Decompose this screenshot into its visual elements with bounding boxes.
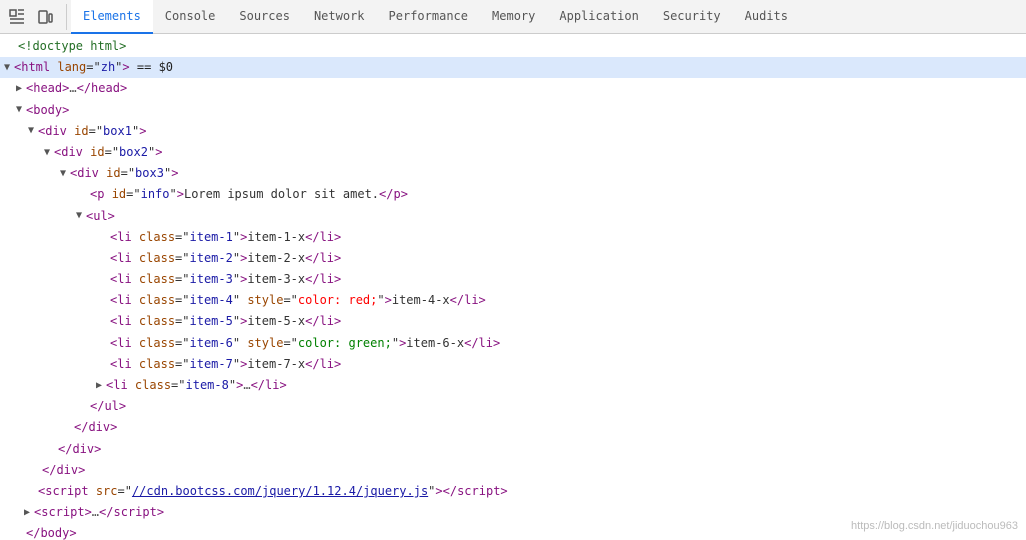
- ul-toggle[interactable]: ▼: [76, 208, 86, 224]
- devtools-toolbar: Elements Console Sources Network Perform…: [0, 0, 1026, 34]
- tab-security[interactable]: Security: [651, 0, 733, 34]
- dom-line-box1-close[interactable]: </div>: [0, 460, 1026, 481]
- tab-console[interactable]: Console: [153, 0, 228, 34]
- dom-line-li6[interactable]: <li class="item-6" style="color: green;"…: [0, 333, 1026, 354]
- li8-toggle[interactable]: ▶: [96, 378, 106, 394]
- dom-line-li3[interactable]: <li class="item-3" > item-3-x </li>: [0, 269, 1026, 290]
- dom-line-box2-close[interactable]: </div>: [0, 439, 1026, 460]
- dom-line-box1[interactable]: ▼ <div id="box1" >: [0, 121, 1026, 142]
- dom-line-li7[interactable]: <li class="item-7" > item-7-x </li>: [0, 354, 1026, 375]
- tab-elements[interactable]: Elements: [71, 0, 153, 34]
- dom-line-li4[interactable]: <li class="item-4" style="color: red;" >…: [0, 290, 1026, 311]
- head-toggle[interactable]: ▶: [16, 81, 26, 97]
- tab-network[interactable]: Network: [302, 0, 377, 34]
- dom-line-li2[interactable]: <li class="item-2" > item-2-x </li>: [0, 248, 1026, 269]
- dom-line-script1[interactable]: <script src="//cdn.bootcss.com/jquery/1.…: [0, 481, 1026, 502]
- watermark: https://blog.csdn.net/jiduochou963: [851, 520, 1018, 532]
- dom-line-body[interactable]: ▼ <body>: [0, 100, 1026, 121]
- inspect-button[interactable]: [4, 4, 30, 30]
- dom-line-box2[interactable]: ▼ <div id="box2" >: [0, 142, 1026, 163]
- device-button[interactable]: [32, 4, 58, 30]
- script2-toggle[interactable]: ▶: [24, 505, 34, 521]
- dom-line-li5[interactable]: <li class="item-5" > item-5-x </li>: [0, 311, 1026, 332]
- dom-line-head[interactable]: ▶ <head>…</head>: [0, 78, 1026, 99]
- tab-performance[interactable]: Performance: [377, 0, 480, 34]
- body-toggle[interactable]: ▼: [16, 102, 26, 118]
- html-toggle[interactable]: ▼: [4, 60, 14, 76]
- dom-line-box3[interactable]: ▼ <div id="box3" >: [0, 163, 1026, 184]
- box3-toggle[interactable]: ▼: [60, 166, 70, 182]
- tab-sources[interactable]: Sources: [227, 0, 302, 34]
- dom-line-html[interactable]: ▼ <html lang="zh" > == $0: [0, 57, 1026, 78]
- box2-toggle[interactable]: ▼: [44, 145, 54, 161]
- dom-line-p[interactable]: <p id="info" > Lorem ipsum dolor sit ame…: [0, 184, 1026, 205]
- dom-line-li8[interactable]: ▶ <li class="item-8" > … </li>: [0, 375, 1026, 396]
- dom-line-li1[interactable]: <li class="item-1" > item-1-x </li>: [0, 227, 1026, 248]
- dom-line-ul-close[interactable]: </ul>: [0, 396, 1026, 417]
- tab-audits[interactable]: Audits: [733, 0, 800, 34]
- tab-application[interactable]: Application: [547, 0, 650, 34]
- elements-panel: <!doctype html> ▼ <html lang="zh" > == $…: [0, 34, 1026, 540]
- box1-toggle[interactable]: ▼: [28, 123, 38, 139]
- dom-line-box3-close[interactable]: </div>: [0, 417, 1026, 438]
- doctype-text: <!doctype html>: [18, 37, 126, 56]
- dom-line-doctype[interactable]: <!doctype html>: [0, 36, 1026, 57]
- tab-memory[interactable]: Memory: [480, 0, 547, 34]
- devtools-tabs: Elements Console Sources Network Perform…: [71, 0, 800, 34]
- dom-line-ul[interactable]: ▼ <ul>: [0, 206, 1026, 227]
- toolbar-icons: [4, 4, 67, 30]
